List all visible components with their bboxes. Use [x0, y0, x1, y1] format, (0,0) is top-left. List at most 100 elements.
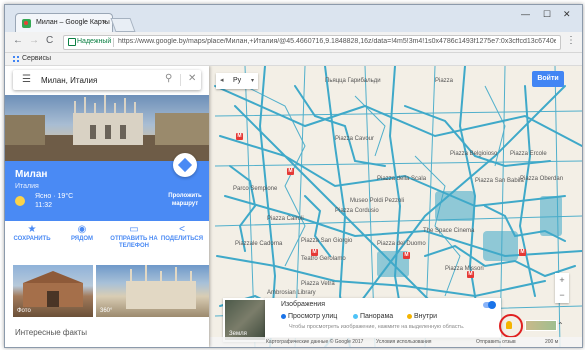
earth-view-toggle[interactable]: Земля: [223, 298, 267, 342]
place-actions: ★ СОХРАНИТЬ ◉ РЯДОМ ▭ ОТПРАВИТЬ НА ТЕЛЕФ…: [5, 224, 209, 262]
language-selector[interactable]: ◂ Ру ▾: [216, 73, 258, 89]
map-label: The Space Cinema: [423, 228, 475, 234]
imagery-hint: Чтобы просмотреть изображение, нажмите н…: [289, 324, 465, 330]
map-label: Piazza del Duomo: [377, 241, 426, 247]
url-text[interactable]: https://www.google.by/maps/place/Милан,+…: [118, 38, 556, 45]
indoor-dot-icon: [407, 313, 412, 319]
map-label: Piazza Oberdan: [520, 176, 564, 182]
map-label: Пьяцца Гарибальди: [325, 78, 381, 84]
zoom-out-button[interactable]: −: [555, 288, 569, 303]
pegman-icon[interactable]: [506, 321, 512, 329]
place-title: Милан: [15, 169, 48, 180]
map-label: Piazza Vetra: [301, 281, 335, 287]
place-hero-photo[interactable]: [5, 95, 209, 161]
star-icon: ★: [27, 224, 37, 235]
window-close-icon[interactable]: ✕: [563, 9, 571, 20]
maximize-icon[interactable]: ☐: [543, 9, 551, 20]
map-label: Ambrosian Library: [267, 290, 316, 296]
metro-icon[interactable]: M: [519, 249, 526, 256]
photo-label: Фото: [17, 308, 31, 314]
dense-block: [540, 196, 562, 236]
tab-close-icon[interactable]: ×: [102, 18, 107, 27]
reload-icon[interactable]: C: [46, 35, 53, 46]
minimize-icon[interactable]: —: [521, 9, 530, 19]
layer-option-panorama[interactable]: Панорама: [353, 313, 393, 320]
map-label: Piazza San Babila: [475, 178, 524, 184]
metro-icon[interactable]: M: [403, 252, 410, 259]
bookmark-services[interactable]: Сервисы: [22, 55, 51, 62]
page-content: Пьяцца Гарибальди Piazza Parco Sempione …: [5, 66, 582, 347]
place-country: Италия: [15, 183, 39, 190]
directions-icon: [177, 157, 193, 173]
search-divider: [180, 74, 181, 86]
browser-menu-icon[interactable]: ⋮: [566, 35, 576, 46]
search-box[interactable]: ☰ Милан, Италия ⚲ ✕: [13, 70, 201, 90]
secure-label: Надежный: [77, 38, 112, 45]
new-tab-button[interactable]: [110, 18, 136, 32]
imagery-title: Изображения: [281, 301, 325, 308]
apps-grid-icon[interactable]: [13, 56, 19, 62]
layer-option-streetview[interactable]: Просмотр улиц: [281, 313, 337, 320]
streetview-dot-icon: [281, 313, 286, 319]
search-input[interactable]: Милан, Италия: [41, 76, 97, 85]
language-value: Ру: [233, 77, 242, 84]
zoom-in-button[interactable]: +: [555, 273, 569, 288]
share-label: ПОДЕЛИТЬСЯ: [160, 236, 204, 242]
footer-copyright: Картографические данные © Google 2017: [266, 339, 364, 345]
send-to-phone-button[interactable]: ▭ ОТПРАВИТЬ НА ТЕЛЕФОН: [109, 224, 159, 250]
nearby-button[interactable]: ◉ РЯДОМ: [57, 224, 107, 243]
directions-label[interactable]: Проложить маршрут: [163, 192, 207, 208]
bookmarks-bar: Сервисы: [5, 53, 582, 66]
weather-text: Ясно · 19°C: [35, 193, 74, 200]
dense-block: [435, 191, 475, 221]
panorama-thumbnail[interactable]: 360°: [96, 265, 209, 317]
map-label: Parco Sempione: [233, 186, 278, 192]
sun-icon: [15, 196, 25, 206]
forward-arrow-icon[interactable]: →: [29, 35, 39, 46]
share-button[interactable]: < ПОДЕЛИТЬСЯ: [157, 224, 207, 243]
phone-icon: ▭: [129, 224, 139, 235]
save-label: СОХРАНИТЬ: [13, 236, 51, 242]
clear-icon[interactable]: ✕: [188, 73, 196, 84]
metro-icon[interactable]: M: [287, 168, 294, 175]
maps-favicon-icon: [22, 19, 31, 28]
search-icon[interactable]: ⚲: [165, 73, 172, 84]
metro-icon[interactable]: M: [236, 133, 243, 140]
cathedral-photo: [5, 95, 209, 161]
map-label: Piazza San Giorgio: [301, 238, 353, 244]
panorama-image: [126, 265, 196, 309]
back-arrow-icon[interactable]: ←: [13, 35, 23, 46]
footer-feedback-link[interactable]: Отправить отзыв: [476, 339, 516, 345]
footer-terms-link[interactable]: Условия использования: [376, 339, 432, 345]
layer-option-indoor[interactable]: Внутри: [407, 313, 437, 320]
photo-thumbnail[interactable]: Фото: [13, 265, 93, 317]
map-label: Piazza della Scala: [377, 176, 427, 182]
map-label: Piazza Ercole: [510, 151, 547, 157]
directions-button[interactable]: [173, 153, 197, 177]
nearby-icon: ◉: [77, 224, 87, 235]
tab-title: Милан – Google Карты: [36, 19, 110, 26]
save-button[interactable]: ★ СОХРАНИТЬ: [7, 224, 57, 243]
nearby-label: РЯДОМ: [70, 236, 94, 242]
browser-tab[interactable]: Милан – Google Карты ×: [15, 13, 113, 33]
expand-up-icon[interactable]: ⌃: [557, 321, 564, 330]
road: [294, 85, 386, 167]
menu-icon[interactable]: ☰: [22, 74, 31, 85]
signin-button[interactable]: Войти: [532, 71, 564, 87]
map-footer: Картографические данные © Google 2017 Ус…: [210, 337, 582, 347]
metro-icon[interactable]: M: [311, 249, 318, 256]
panorama-dot-icon: [353, 313, 358, 319]
address-bar[interactable]: Надежный https://www.google.by/maps/plac…: [63, 35, 561, 50]
lock-icon: [68, 38, 76, 46]
map-label: Piazza Cavour: [335, 136, 375, 142]
map-label: Piazza Missori: [445, 266, 484, 272]
metro-icon[interactable]: M: [467, 271, 474, 278]
collapse-panel-icon[interactable]: ◂: [220, 76, 224, 84]
dense-block: [483, 231, 518, 261]
imagery-toggle[interactable]: [483, 301, 496, 309]
zoom-control: + −: [555, 273, 569, 303]
address-divider: [113, 38, 114, 47]
layers-thumbnail-icon[interactable]: [525, 320, 557, 331]
side-panel: ☰ Милан, Италия ⚲ ✕ Милан Италия Ясно · …: [5, 66, 209, 347]
chevron-down-icon: ▾: [250, 78, 254, 84]
